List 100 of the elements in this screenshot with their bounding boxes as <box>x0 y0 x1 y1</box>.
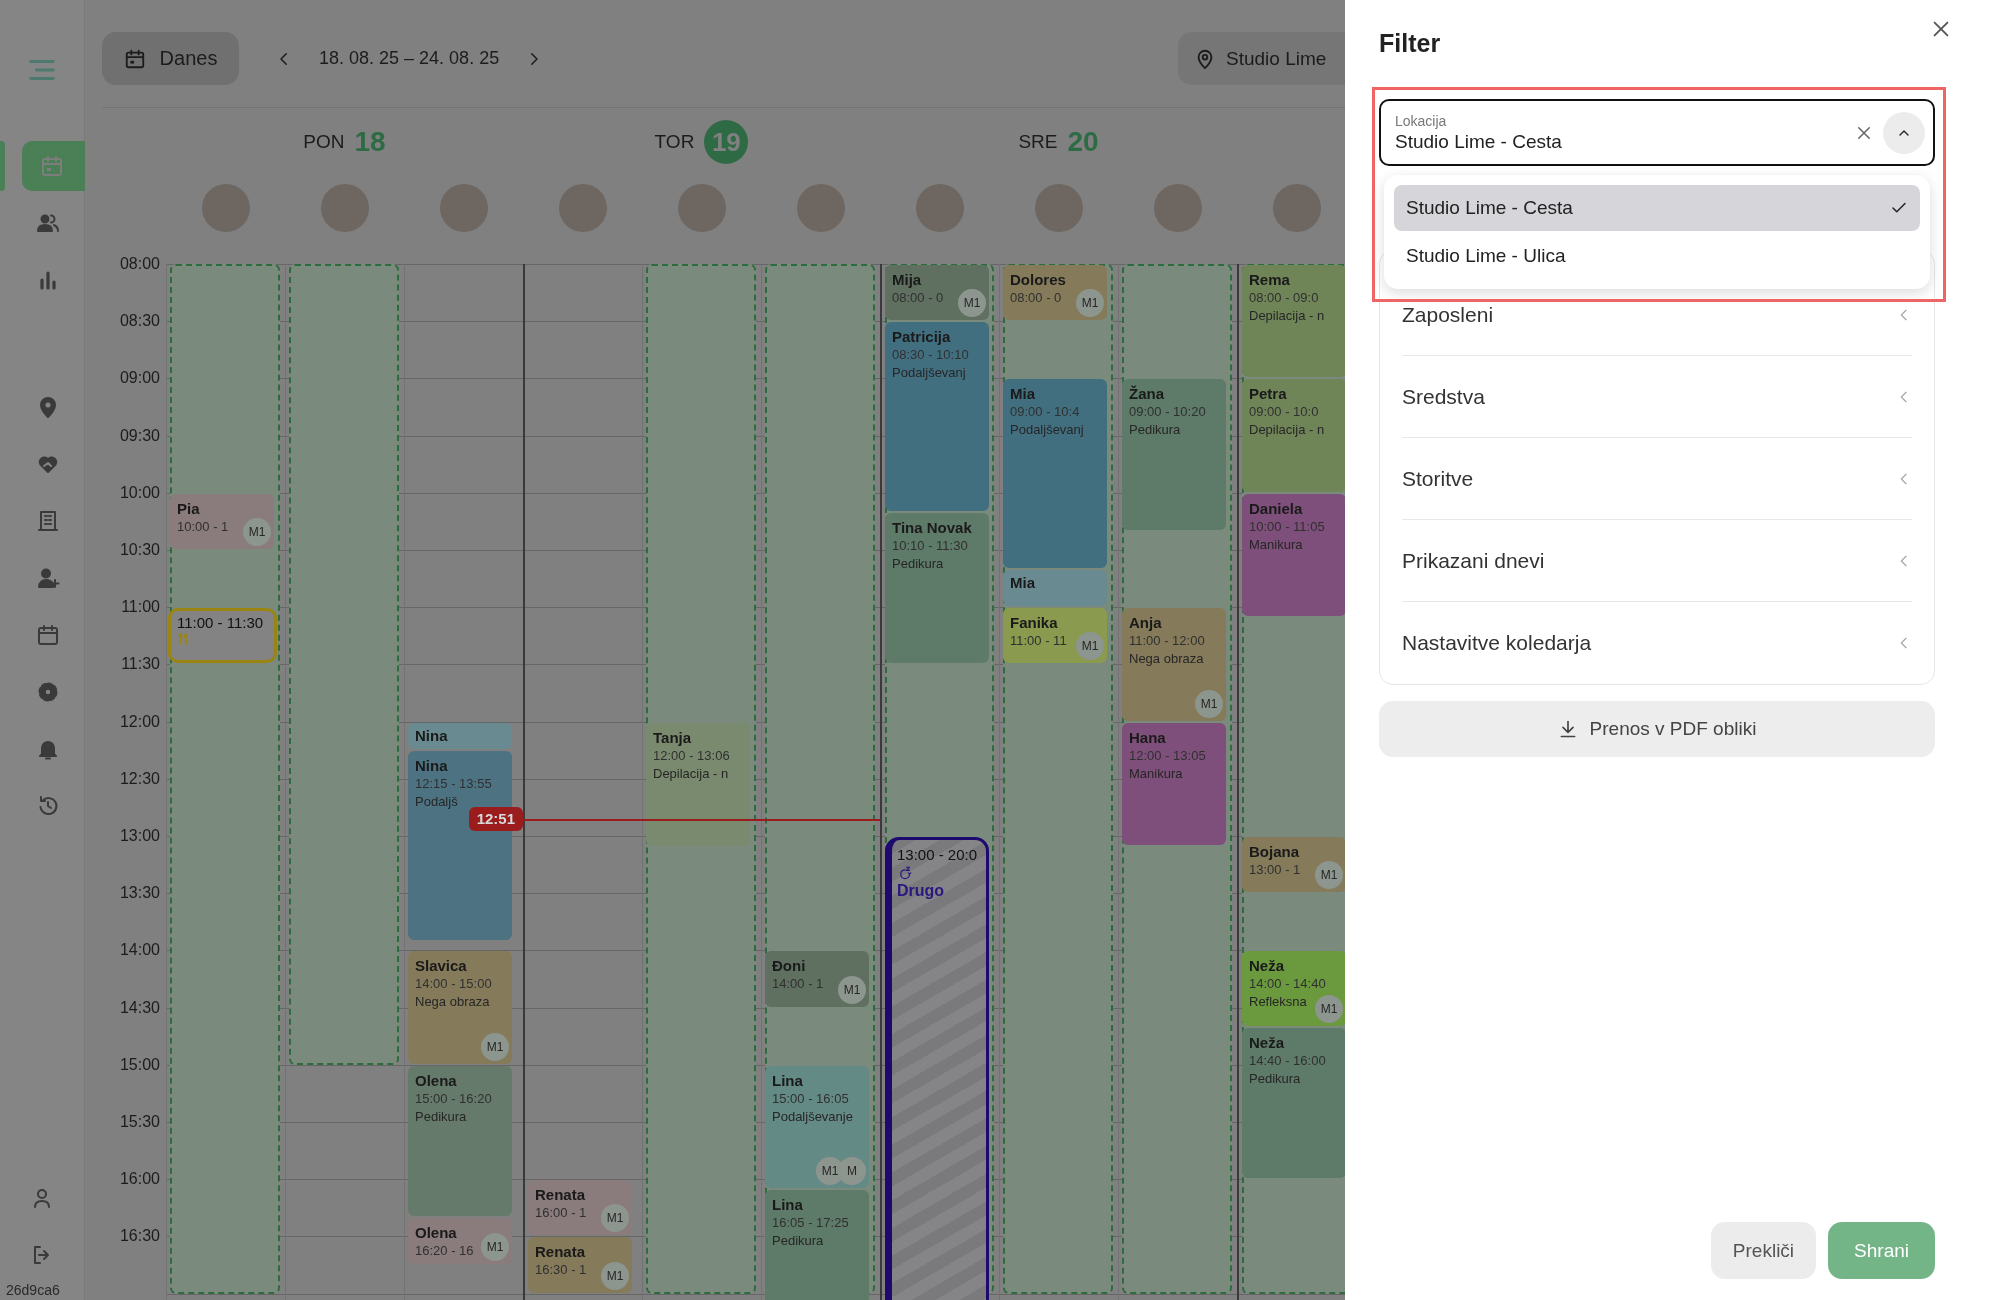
client-name: Nina <box>415 757 449 776</box>
appointment-time: 08:00 - 0 <box>1010 289 1062 307</box>
appointment-card[interactable]: Mia <box>1003 570 1107 607</box>
client-name: Tanja <box>653 728 693 747</box>
appointment-time: 12:00 - 13:06 <box>653 746 730 765</box>
time-label: 14:30 <box>119 997 160 1018</box>
time-label: 09:00 <box>119 368 160 389</box>
weekday-label: SRE <box>1018 131 1058 153</box>
appointment-card[interactable]: Tina Novak 10:10 - 11:30 Pedikura <box>885 512 989 664</box>
client-name: Slavica <box>415 957 468 976</box>
time-label: 16:00 <box>119 1169 160 1190</box>
appointment-card[interactable]: Neža 14:40 - 16:00 Pedikura <box>1242 1027 1345 1179</box>
appointment-card[interactable]: Olena 15:00 - 16:20 Pedikura <box>408 1065 512 1217</box>
filter-section-row[interactable]: Zaposleni <box>1402 274 1912 356</box>
appointment-time: 09:00 - 10:0 <box>1249 403 1319 422</box>
appointment-card[interactable]: Žana 09:00 - 10:20 Pedikura <box>1122 379 1226 530</box>
appointment-card[interactable]: Anja 11:00 - 12:00 Nega obraza M1 <box>1122 608 1226 721</box>
staff-badge: M1 <box>1076 289 1104 318</box>
appointment-card[interactable]: Rema 08:00 - 09:0 Depilacija - n <box>1242 265 1345 378</box>
service-name: Nega obraza <box>415 993 490 1012</box>
appointment-card[interactable]: Patricija 08:30 - 10:10 Podaljševanj <box>885 322 989 511</box>
appointment-time: 16:30 - 1 <box>535 1261 587 1280</box>
time-label: 08:30 <box>119 311 160 332</box>
appointment-card[interactable]: Dolores 08:00 - 0 M1 <box>1003 265 1107 321</box>
appointment-time: 14:00 - 1 <box>772 975 824 994</box>
dropdown-option[interactable]: Studio Lime - Cesta <box>1394 185 1920 231</box>
avatar-placeholder <box>439 184 488 232</box>
appointment-card[interactable]: Renata 16:30 - 1 M1 <box>528 1237 632 1293</box>
appointment-card[interactable]: Fanika 11:00 - 11 M1 <box>1003 608 1107 664</box>
avatar-placeholder <box>677 184 726 232</box>
appointment-card[interactable]: Neža 14:00 - 14:40 Refleksna M1 <box>1242 951 1345 1026</box>
appointment-card[interactable]: Olena 16:20 - 16 M1 <box>408 1218 512 1264</box>
appointment-card[interactable]: Renata 16:00 - 1 M1 <box>528 1180 632 1236</box>
appointment-card[interactable]: Lina 16:05 - 17:25 Pedikura <box>765 1189 869 1300</box>
client-name: Renata <box>535 1186 587 1205</box>
appointment-time: 10:10 - 11:30 <box>892 536 968 555</box>
appointment-card[interactable]: Pia 10:00 - 1 M1 <box>170 493 274 549</box>
appointment-card[interactable]: Tanja 12:00 - 13:06 Depilacija - n <box>646 722 750 847</box>
location-button[interactable]: Studio Lime <box>1178 32 1345 85</box>
appointment-time: 14:00 - 15:00 <box>415 975 492 994</box>
filter-section-row[interactable]: Sredstva <box>1402 356 1912 438</box>
service-name: Pedikura <box>1249 1069 1301 1088</box>
client-name: Tina Novak <box>892 518 973 537</box>
time-label: 10:00 <box>119 482 160 503</box>
service-name: Nega obraza <box>1129 650 1204 669</box>
date-number: 20 <box>1067 126 1099 158</box>
dropdown-toggle[interactable] <box>1883 111 1925 154</box>
filter-section-row[interactable]: Prikazani dnevi <box>1402 520 1912 602</box>
appointment-card[interactable]: Hana 12:00 - 13:05 Manikura <box>1122 722 1226 845</box>
service-name: Refleksna <box>1249 993 1307 1012</box>
time-label: 15:30 <box>119 1112 160 1132</box>
calendar-icon <box>123 47 146 70</box>
appointment-card[interactable]: Nina <box>408 722 512 750</box>
client-name: Daniela <box>1249 499 1304 518</box>
time-label: 14:00 <box>119 940 160 961</box>
break-block[interactable]: 11:00 - 11:30 <box>168 608 277 664</box>
appointment-card[interactable]: Daniela 10:00 - 11:05 Manikura <box>1242 493 1345 616</box>
appointment-time: 16:00 - 1 <box>535 1204 587 1223</box>
client-name: Lina <box>772 1195 804 1214</box>
appointment-card[interactable]: Đoni 14:00 - 1 M1 <box>765 951 869 1007</box>
appointment-card[interactable]: Lina 15:00 - 16:05 Podaljševanje M1 M <box>765 1065 869 1188</box>
appointment-card[interactable]: Bojana 13:00 - 1 M1 <box>1242 837 1345 893</box>
appointment-time: 15:00 - 16:20 <box>415 1089 492 1108</box>
appointment-card[interactable]: Mija 08:00 - 0 M1 <box>885 265 989 321</box>
appointment-time: 15:00 - 16:05 <box>772 1089 849 1108</box>
staff-badge: M1 <box>481 1233 509 1261</box>
client-name: Olena <box>415 1224 458 1243</box>
time-label: 12:00 <box>119 711 160 732</box>
calendar-icon <box>35 623 60 647</box>
appointment-time: 12:15 - 13:55 <box>415 775 492 794</box>
time-label: 15:00 <box>119 1054 160 1075</box>
time-label: 13:00 <box>119 826 160 846</box>
client-name: Anja <box>1129 614 1163 633</box>
appointment-card[interactable]: Slavica 14:00 - 15:00 Nega obraza M1 <box>408 951 512 1064</box>
filter-section-row[interactable]: Nastavitve koledarja <box>1402 602 1912 684</box>
blocked-time-block[interactable]: 13:00 - 20:0 Drugo <box>885 837 989 1300</box>
appointment-card[interactable]: Petra 09:00 - 10:0 Depilacija - n <box>1242 379 1345 492</box>
appointment-time: 09:00 - 10:4 <box>1010 403 1080 422</box>
service-name: Pedikura <box>892 554 944 573</box>
time-label: 16:30 <box>119 1226 160 1247</box>
location-select-field[interactable]: Lokacija Studio Lime - Cesta <box>1379 99 1935 166</box>
appointment-time: 09:00 - 10:20 <box>1129 403 1206 422</box>
time-label: 08:00 <box>119 254 160 274</box>
pdf-export-button[interactable]: Prenos v PDF obliki <box>1379 701 1935 757</box>
version-label: 26d9ca6 <box>5 1281 60 1300</box>
staff-badge: M1 <box>601 1204 629 1233</box>
today-button[interactable]: Danes <box>102 32 239 85</box>
staff-badge: M1 <box>481 1032 509 1061</box>
appointment-time: 16:05 - 17:25 <box>772 1213 849 1232</box>
service-name: Podaljševanje <box>772 1107 853 1126</box>
break-time: 11:00 - 11:30 <box>177 614 265 633</box>
avatar-placeholder <box>201 184 250 232</box>
client-name: Žana <box>1129 385 1165 404</box>
filter-section-row[interactable]: Storitve <box>1402 438 1912 520</box>
time-label: 10:30 <box>119 540 160 560</box>
field-label: Lokacija <box>1395 112 1448 130</box>
block-reason: Drugo <box>897 881 946 901</box>
cancel-button[interactable]: Prekliči <box>1710 1222 1817 1279</box>
appointment-card[interactable]: Mia 09:00 - 10:4 Podaljševanj <box>1003 379 1107 569</box>
service-name: Podaljševanj <box>1010 421 1084 440</box>
